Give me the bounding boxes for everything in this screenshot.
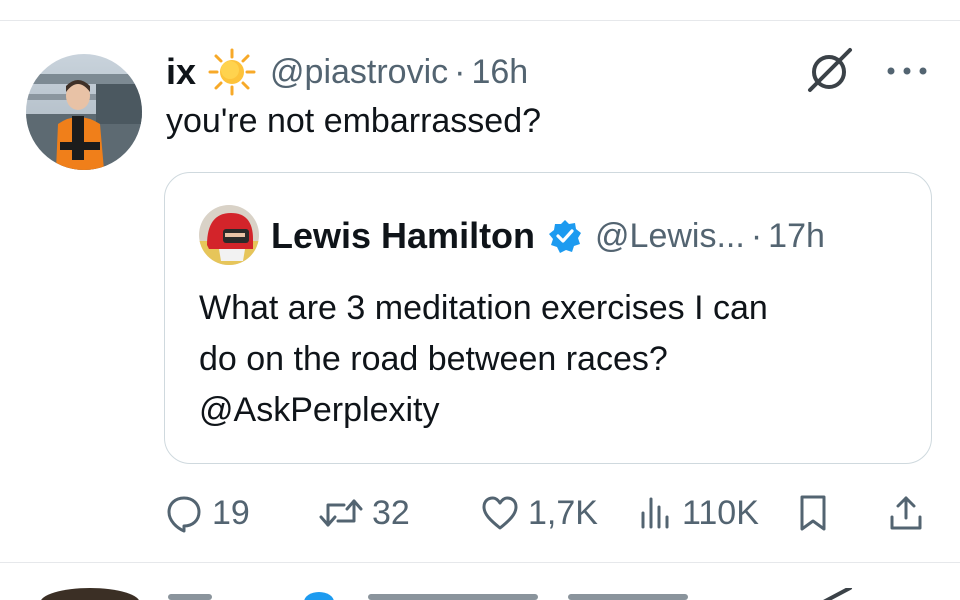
tweet-header: ix @piastrovic · 16h <box>166 48 528 96</box>
action-bar: 19 32 1,7K 110K <box>164 490 944 536</box>
bookmark-icon <box>796 493 830 533</box>
share-button[interactable] <box>886 490 926 536</box>
more-icon[interactable] <box>884 64 930 78</box>
handle[interactable]: @piastrovic <box>270 53 448 92</box>
reply-icon <box>164 493 204 533</box>
quoted-timestamp[interactable]: 17h <box>768 217 825 256</box>
quoted-text-line: What are 3 meditation exercises I can <box>199 289 768 327</box>
quoted-handle[interactable]: @Lewis... <box>595 217 745 256</box>
reply-count: 19 <box>212 493 250 532</box>
next-tweet-header-peek <box>168 590 758 600</box>
bottom-divider <box>0 562 960 563</box>
helmet-avatar[interactable] <box>199 205 259 265</box>
grok-icon[interactable] <box>802 46 856 96</box>
retweet-button[interactable]: 32 <box>318 490 410 536</box>
next-tweet-avatar[interactable] <box>40 588 140 600</box>
separator-dot: · <box>454 52 466 91</box>
share-icon <box>886 493 926 533</box>
bookmark-button[interactable] <box>796 490 830 536</box>
timestamp[interactable]: 16h <box>471 53 528 92</box>
quoted-text-line: do on the road between races? <box>199 340 668 378</box>
next-tweet-grok-icon[interactable] <box>810 586 856 600</box>
retweet-count: 32 <box>372 493 410 532</box>
quoted-tweet-card[interactable]: Lewis Hamilton @Lewis... · 17h What are … <box>164 172 932 464</box>
views-icon <box>638 493 674 533</box>
like-button[interactable]: 1,7K <box>480 490 598 536</box>
like-count: 1,7K <box>528 493 598 532</box>
quoted-tweet-text: What are 3 meditation exercises I can do… <box>199 283 919 436</box>
tweet-text: you're not embarrassed? <box>166 102 542 140</box>
like-icon <box>480 493 520 533</box>
views-button[interactable]: 110K <box>638 490 759 536</box>
quoted-text-mention[interactable]: @AskPerplexity <box>199 385 919 436</box>
reply-button[interactable]: 19 <box>164 490 250 536</box>
display-name[interactable]: ix <box>166 51 196 93</box>
views-count: 110K <box>682 493 759 532</box>
retweet-icon <box>318 493 364 533</box>
quoted-separator-dot: · <box>750 216 763 255</box>
quoted-display-name[interactable]: Lewis Hamilton <box>271 215 535 257</box>
avatar[interactable] <box>26 54 142 170</box>
top-divider <box>0 20 960 21</box>
quoted-tweet-header: Lewis Hamilton @Lewis... · 17h <box>271 213 825 259</box>
verified-icon <box>547 218 583 254</box>
sun-icon <box>208 48 256 96</box>
